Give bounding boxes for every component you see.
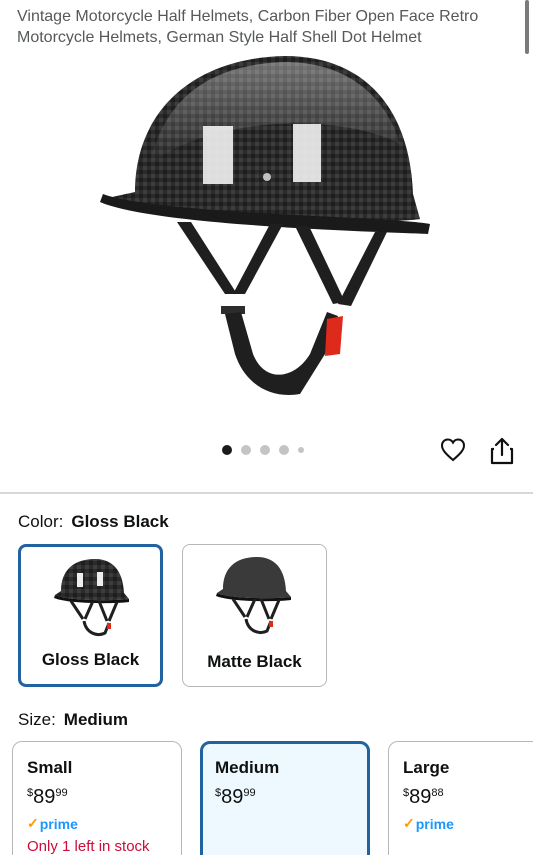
price-fraction: 99 <box>243 787 256 799</box>
price-fraction: 99 <box>55 787 68 799</box>
prime-check-icon: ✓ <box>403 815 415 831</box>
size-selected-value: Medium <box>63 710 129 729</box>
gloss-black-helmet-thumbnail <box>54 559 129 636</box>
matte-black-helmet-thumbnail <box>216 557 291 634</box>
color-option-matte-black[interactable]: Matte Black <box>182 544 327 687</box>
size-option-medium[interactable]: Medium $8999 <box>200 741 370 855</box>
size-option-label: Large <box>403 758 450 777</box>
carousel-dot[interactable] <box>222 445 232 455</box>
size-option-price: $8999 <box>215 787 367 807</box>
heart-icon[interactable] <box>440 437 466 463</box>
color-option-label: Matte Black <box>207 652 302 671</box>
carousel-dot[interactable] <box>260 445 270 455</box>
price-whole: 89 <box>409 786 432 808</box>
size-option-price: $8999 <box>27 787 181 807</box>
color-option-gloss-black[interactable]: Gloss Black <box>18 544 163 687</box>
price-whole: 89 <box>221 786 244 808</box>
color-label-row: Color: Gloss Black <box>18 512 169 532</box>
prime-text: prime <box>39 815 78 832</box>
size-option-label: Small <box>27 758 73 777</box>
size-label-row: Size: Medium <box>18 710 128 730</box>
size-label: Size: <box>18 710 56 729</box>
prime-text: prime <box>415 815 454 832</box>
carousel-dot[interactable] <box>241 445 251 455</box>
size-option-small[interactable]: Small $8999 ✓ prime Only 1 left in stock <box>12 741 182 855</box>
size-option-large[interactable]: Large $8988 ✓ prime <box>388 741 533 855</box>
color-label: Color: <box>18 512 64 531</box>
color-option-label: Gloss Black <box>41 650 140 669</box>
size-option-price: $8988 <box>403 787 533 807</box>
carousel-dot[interactable] <box>298 447 304 453</box>
price-fraction: 88 <box>431 787 444 799</box>
scrollbar-thumb[interactable] <box>525 0 529 54</box>
price-whole: 89 <box>33 786 56 808</box>
product-title: Vintage Motorcycle Half Helmets, Carbon … <box>17 8 479 46</box>
section-divider <box>0 492 533 494</box>
product-image[interactable] <box>95 54 435 409</box>
prime-badge: ✓ prime <box>403 815 533 832</box>
image-carousel-dots[interactable] <box>222 445 304 455</box>
share-icon[interactable] <box>489 437 515 465</box>
color-selected-value: Gloss Black <box>71 512 169 531</box>
stock-status: Only 1 left in stock <box>27 838 150 855</box>
prime-check-icon: ✓ <box>27 815 39 831</box>
size-option-label: Medium <box>215 758 280 777</box>
prime-badge: ✓ prime <box>27 815 181 832</box>
carousel-dot[interactable] <box>279 445 289 455</box>
